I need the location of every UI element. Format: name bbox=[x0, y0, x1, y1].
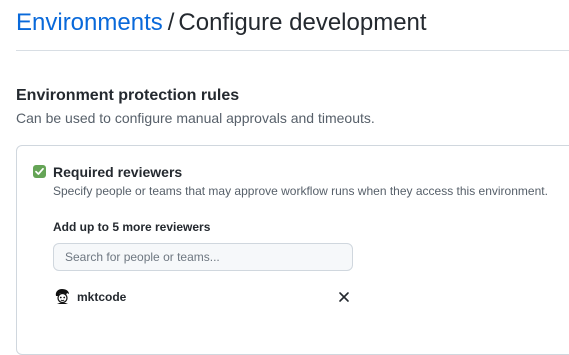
reviewer-name: mktcode bbox=[77, 290, 127, 304]
reviewer-search-input[interactable] bbox=[53, 243, 353, 271]
page-title: Configure development bbox=[178, 9, 427, 36]
header-divider bbox=[16, 50, 569, 51]
section-title: Environment protection rules bbox=[16, 87, 240, 104]
required-reviewers-label[interactable]: Required reviewers bbox=[53, 163, 182, 181]
user-avatar-icon bbox=[54, 288, 71, 305]
add-reviewers-label: Add up to 5 more reviewers bbox=[53, 220, 211, 234]
remove-reviewer-close-icon[interactable] bbox=[337, 290, 351, 304]
breadcrumb-separator: / bbox=[167, 9, 175, 36]
required-reviewers-help-text: Specify people or teams that may approve… bbox=[53, 184, 548, 198]
page-header: Environments / Configure development bbox=[16, 8, 427, 38]
checkmark-icon bbox=[35, 167, 44, 175]
section-description: Can be used to configure manual approval… bbox=[16, 110, 375, 126]
breadcrumb-environments-link[interactable]: Environments bbox=[16, 9, 163, 36]
required-reviewers-checkbox[interactable] bbox=[33, 165, 46, 178]
